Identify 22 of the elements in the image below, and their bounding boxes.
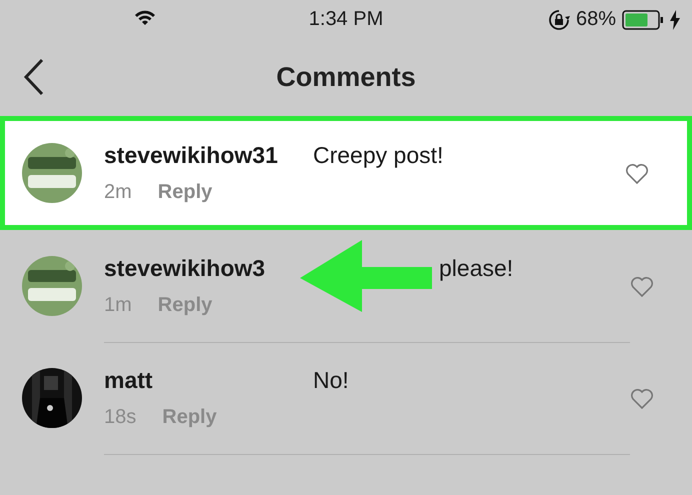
rotation-lock-icon bbox=[548, 8, 570, 30]
screen-title: Comments bbox=[276, 62, 416, 92]
wifi-icon bbox=[134, 9, 156, 26]
comment-age: 18s bbox=[104, 406, 136, 428]
heart-icon[interactable] bbox=[625, 162, 649, 184]
comment-row[interactable]: matt No! 18s Reply bbox=[0, 342, 692, 454]
heart-icon[interactable] bbox=[630, 388, 654, 408]
status-time: 1:34 PM bbox=[308, 8, 384, 31]
battery-percent: 68% bbox=[576, 8, 616, 31]
comment-age: 2m bbox=[104, 181, 132, 204]
battery-icon bbox=[622, 10, 664, 30]
username[interactable]: stevewikihow31 bbox=[104, 142, 309, 169]
comment-text: please! bbox=[439, 254, 514, 282]
charging-bolt-icon bbox=[670, 10, 680, 30]
comment-row[interactable]: stevewikihow31 Creepy post! 2m Reply bbox=[0, 116, 692, 230]
comment-text: No! bbox=[313, 366, 349, 394]
username[interactable]: stevewikihow3 bbox=[104, 254, 309, 282]
heart-icon[interactable] bbox=[630, 276, 654, 296]
comment-age: 1m bbox=[104, 294, 132, 316]
comment-text: Creepy post! bbox=[313, 142, 444, 169]
comment-row[interactable]: stevewikihow3 please! 1m Reply bbox=[0, 230, 692, 342]
username[interactable]: matt bbox=[104, 366, 309, 394]
